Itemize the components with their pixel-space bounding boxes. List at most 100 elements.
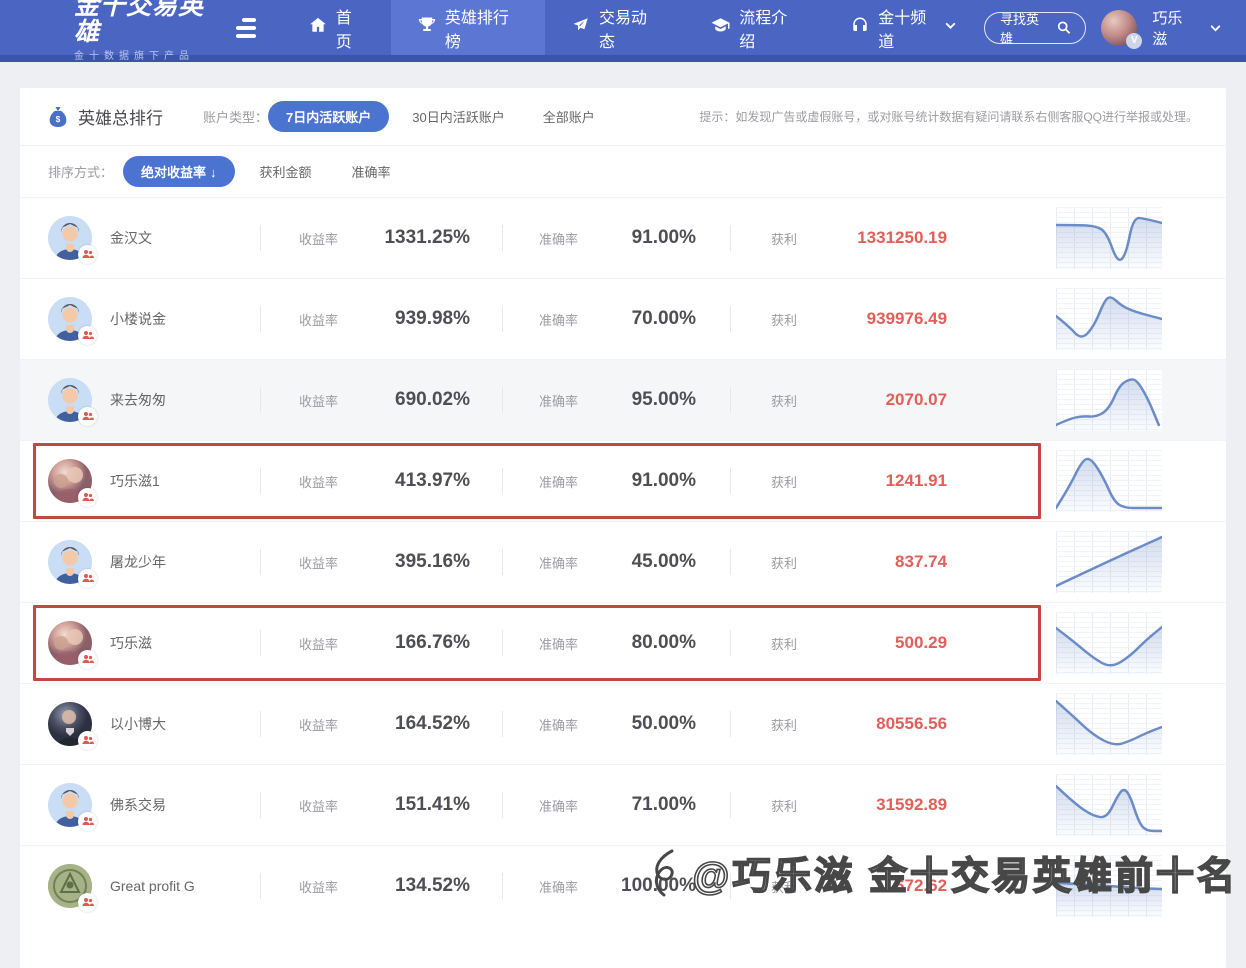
table-row[interactable]: 佛系交易 收益率 151.41% 准确率 71.00% 获利 31592.89 xyxy=(20,764,1226,845)
divider xyxy=(502,792,504,818)
yield-value: 134.52% xyxy=(395,875,471,896)
sort-tab-1[interactable]: 绝对收益率 ↓ xyxy=(123,156,235,187)
search-icon xyxy=(1057,21,1070,34)
nav-item-1[interactable]: 首页 xyxy=(282,0,391,55)
tip-text: 提示：如发现广告或虚假账号，或对账号统计数据有疑问请联系右侧客服QQ进行举报或处… xyxy=(699,110,1198,124)
table-row[interactable]: 以小博大 收益率 164.52% 准确率 50.00% 获利 80556.56 xyxy=(20,683,1226,764)
search-label: 寻找英雄 xyxy=(1000,11,1040,46)
account-tab-2[interactable]: 30日内活跃账户 xyxy=(397,101,519,132)
sort-tab-3[interactable]: 准确率 xyxy=(337,156,406,187)
nav-item-5[interactable]: 金十频道 xyxy=(824,0,984,55)
app-logo[interactable]: 金十交易英雄 金十数据旗下产品 xyxy=(74,0,224,62)
sparkline-chart xyxy=(1056,369,1162,431)
divider xyxy=(502,630,504,656)
table-row[interactable]: 小楼说金 收益率 939.98% 准确率 70.00% 获利 939976.49 xyxy=(20,278,1226,359)
hero-name[interactable]: 佛系交易 xyxy=(110,795,260,815)
yield-value: 939.98% xyxy=(395,308,471,329)
card-header: $ 英雄总排行 账户类型： 7日内活跃账户 30日内活跃账户 全部账户 提示：如发现… xyxy=(20,88,1226,145)
avatar[interactable] xyxy=(48,459,97,507)
profit-value: 1241.91 xyxy=(885,471,948,490)
sparkline-chart xyxy=(1056,450,1162,512)
hero-name[interactable]: 巧乐滋1 xyxy=(110,471,260,491)
accuracy-label: 准确率 xyxy=(539,555,579,571)
hero-name[interactable]: 来去匆匆 xyxy=(110,390,260,410)
card-title: $ 英雄总排行 xyxy=(48,104,163,129)
divider xyxy=(502,549,504,575)
profit-label: 获利 xyxy=(771,636,798,652)
divider xyxy=(260,306,261,332)
accuracy-label: 准确率 xyxy=(539,879,579,895)
table-row[interactable]: 巧乐滋1 收益率 413.97% 准确率 91.00% 获利 1241.91 xyxy=(20,440,1226,521)
sparkline-chart xyxy=(1056,207,1162,269)
hero-name[interactable]: Great profit G xyxy=(110,878,260,894)
nav-item-4[interactable]: 流程介绍 xyxy=(684,0,824,55)
top-navbar: 金十交易英雄 金十数据旗下产品 首页 英雄排行榜 交易动态 流程介绍 金十频道 … xyxy=(0,0,1246,62)
account-tab-1[interactable]: 7日内活跃账户 xyxy=(268,101,390,132)
group-badge-icon xyxy=(78,812,97,831)
avatar[interactable] xyxy=(48,297,97,345)
hero-name[interactable]: 屠龙少年 xyxy=(110,552,260,572)
nav-item-3[interactable]: 交易动态 xyxy=(545,0,684,55)
avatar[interactable] xyxy=(48,783,97,831)
sparkline-chart xyxy=(1056,531,1162,593)
divider xyxy=(730,549,732,575)
table-row[interactable]: 屠龙少年 收益率 395.16% 准确率 45.00% 获利 837.74 xyxy=(20,521,1226,602)
group-badge-icon xyxy=(78,731,97,750)
hero-name[interactable]: 以小博大 xyxy=(110,714,260,734)
sort-tab-2[interactable]: 获利金额 xyxy=(245,156,327,187)
profit-label: 获利 xyxy=(771,393,798,409)
table-row[interactable]: 巧乐滋 收益率 166.76% 准确率 80.00% 获利 500.29 xyxy=(20,602,1226,683)
hero-name[interactable]: 巧乐滋 xyxy=(110,633,260,653)
yield-label: 收益率 xyxy=(299,231,339,247)
yield-value: 164.52% xyxy=(395,713,471,734)
avatar[interactable] xyxy=(48,621,97,669)
divider xyxy=(260,873,261,899)
divider xyxy=(730,873,732,899)
find-hero-search-button[interactable]: 寻找英雄 xyxy=(984,11,1087,46)
avatar[interactable] xyxy=(48,540,97,588)
table-row[interactable]: Great profit G 收益率 134.52% 准确率 100.00% 获… xyxy=(20,845,1226,926)
sort-tabs: 绝对收益率 ↓ 获利金额 准确率 xyxy=(113,156,406,187)
accuracy-label: 准确率 xyxy=(539,312,579,328)
divider xyxy=(260,468,261,494)
table-row[interactable]: 来去匆匆 收益率 690.02% 准确率 95.00% 获利 2070.07 xyxy=(20,359,1226,440)
page-title: 英雄总排行 xyxy=(78,109,163,128)
accuracy-value: 91.00% xyxy=(631,227,697,248)
avatar[interactable] xyxy=(48,864,97,912)
trophy-icon xyxy=(418,16,436,39)
hero-name[interactable]: 金汉文 xyxy=(110,228,260,248)
group-badge-icon xyxy=(78,488,97,507)
table-row[interactable]: 金汉文 收益率 1331.25% 准确率 91.00% 获利 1331250.1… xyxy=(20,197,1226,278)
sparkline-chart xyxy=(1056,693,1162,755)
yield-label: 收益率 xyxy=(299,879,339,895)
navbar-right: 寻找英雄 V 巧乐滋 xyxy=(984,0,1222,55)
accuracy-label: 准确率 xyxy=(539,474,579,490)
yield-value: 690.02% xyxy=(395,389,471,410)
profit-value: 672.62 xyxy=(895,876,948,895)
profit-label: 获利 xyxy=(771,555,798,571)
main-nav: 首页 英雄排行榜 交易动态 流程介绍 金十频道 xyxy=(282,0,984,55)
hero-name[interactable]: 小楼说金 xyxy=(110,309,260,329)
user-menu-chevron-down-icon[interactable] xyxy=(1209,21,1222,35)
account-tab-3[interactable]: 全部账户 xyxy=(528,101,610,132)
profit-label: 获利 xyxy=(771,231,798,247)
user-name[interactable]: 巧乐滋 xyxy=(1152,7,1194,49)
divider xyxy=(730,630,732,656)
nav-item-2[interactable]: 英雄排行榜 xyxy=(390,0,546,55)
avatar[interactable] xyxy=(48,216,97,264)
accuracy-value: 80.00% xyxy=(631,632,697,653)
avatar[interactable] xyxy=(48,378,97,426)
accuracy-value: 70.00% xyxy=(631,308,697,329)
account-type-tabs: 7日内活跃账户 30日内活跃账户 全部账户 xyxy=(268,101,610,132)
sort-row: 排序方式： 绝对收益率 ↓ 获利金额 准确率 xyxy=(20,145,1226,197)
divider xyxy=(260,549,261,575)
hamburger-menu-icon[interactable] xyxy=(235,0,256,55)
accuracy-value: 95.00% xyxy=(631,389,697,410)
avatar[interactable] xyxy=(48,702,97,750)
profit-value: 939976.49 xyxy=(866,309,948,328)
divider xyxy=(730,468,732,494)
sparkline-chart xyxy=(1056,612,1162,674)
divider xyxy=(260,225,261,251)
divider xyxy=(502,873,504,899)
user-avatar[interactable]: V xyxy=(1101,9,1143,49)
